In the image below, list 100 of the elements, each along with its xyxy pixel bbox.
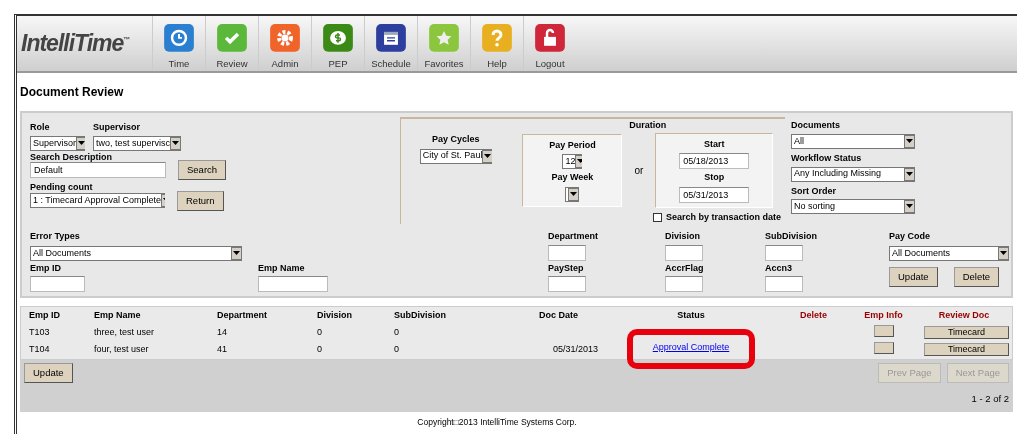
column-header: Review Doc (937, 309, 991, 323)
text-field[interactable] (765, 244, 803, 261)
nav-item[interactable]: PEP (311, 16, 364, 71)
field-label: SubDivision (765, 230, 818, 243)
field-label: Emp Name (258, 261, 306, 275)
documents-dropdown[interactable]: All (791, 133, 915, 149)
field-label: Sort Order (791, 184, 837, 198)
dollar-icon (322, 24, 354, 52)
nav-label: Admin (271, 56, 299, 71)
error-types-dropdown[interactable]: All Documents (30, 245, 242, 261)
field-label: Role (30, 121, 51, 134)
column-header: Doc Date (538, 309, 579, 323)
column-header: Emp Info (863, 309, 904, 323)
field-label: Duration (629, 119, 667, 132)
nav-label: Favorites (424, 56, 464, 71)
start-date-field[interactable]: 05/18/2013 (679, 153, 750, 169)
delete-button[interactable]: Delete (953, 267, 1000, 287)
column-header: Delete (799, 309, 828, 323)
caret-icon (1000, 250, 1007, 256)
caret-icon (570, 191, 578, 197)
emp-name-field[interactable] (258, 276, 328, 293)
field-label: Pay Week (551, 171, 594, 184)
logo: IntelliTime$^{™}$ (20, 29, 131, 58)
field-label: Start (704, 137, 725, 151)
text-field[interactable] (548, 244, 586, 261)
sort-order-dropdown[interactable]: No sorting (791, 199, 915, 215)
return-button[interactable]: Return (177, 190, 224, 211)
update-button[interactable]: Update (889, 267, 938, 287)
field-label: Accn3 (765, 261, 793, 275)
caret-icon (484, 153, 492, 159)
caret-icon (577, 159, 583, 164)
emp-info-button[interactable] (873, 342, 894, 355)
field-label: Pending count (30, 181, 94, 195)
field-label: Supervisor (93, 121, 142, 134)
nav-item[interactable]: Time (152, 16, 205, 71)
caret-icon (906, 138, 913, 144)
table-cell-text: three, test user (93, 325, 156, 339)
gear-icon (269, 24, 301, 52)
table-cell-text: 0 (393, 325, 400, 339)
emp-id-field[interactable] (30, 276, 85, 293)
update-button[interactable]: Update (24, 362, 73, 383)
padlock-icon (534, 24, 566, 52)
checkmark-icon (216, 24, 248, 52)
text-field[interactable] (665, 276, 703, 293)
status-link[interactable]: Approval Complete (652, 342, 730, 353)
stop-date-field[interactable]: 05/31/2013 (679, 186, 750, 203)
nav-item[interactable]: Logout (523, 16, 576, 71)
text-field[interactable] (665, 244, 703, 261)
page-title: Document Review (19, 84, 125, 101)
column-header: Emp Name (93, 309, 142, 323)
text-field[interactable] (765, 276, 803, 293)
nav-label: Help (487, 56, 507, 71)
table-cell-text: 05/31/2013 (551, 343, 599, 357)
role-dropdown[interactable]: Supervisor (30, 135, 85, 151)
search-description-field[interactable]: Default (30, 162, 166, 179)
field-label: Pay Cycles (432, 133, 480, 146)
workflow-status-dropdown[interactable]: Any Including Missing (791, 166, 915, 182)
caret-icon (233, 250, 240, 256)
help-icon (481, 24, 513, 52)
caret-icon (906, 204, 913, 210)
or-text: or (634, 163, 644, 178)
emp-info-button[interactable] (873, 324, 894, 337)
column-header: SubDivision (393, 309, 447, 323)
caret-icon (78, 140, 85, 146)
field-label: Error Types (30, 230, 81, 243)
copyright-text: Copyright□2013 IntelliTime Systems Corp. (417, 417, 577, 427)
nav-item[interactable]: Review (205, 16, 258, 71)
field-label: Stop (704, 171, 725, 184)
column-header: Division (316, 309, 353, 323)
table-cell-text: 14 (216, 325, 228, 339)
text-field[interactable] (548, 276, 586, 293)
nav-item[interactable]: Help (470, 16, 523, 71)
checkbox-label: Search by transaction date (665, 210, 781, 224)
calendar-icon (375, 24, 407, 52)
pay-period-dropdown[interactable]: 12 (562, 154, 583, 169)
field-label: Department (548, 230, 599, 243)
timecard-button[interactable]: Timecard (924, 325, 1009, 339)
field-label: Pay Period (549, 138, 596, 152)
pay-cycles-dropdown[interactable]: City of St. Paul (419, 148, 492, 164)
table-cell-text: T103 (28, 325, 51, 339)
column-header: Department (216, 309, 268, 323)
pending-count-dropdown[interactable]: 1 : Timecard Approval Complete (30, 193, 165, 209)
table-cell-text: T104 (28, 343, 51, 357)
table-cell-text: 0 (316, 343, 323, 357)
pay-week-dropdown[interactable] (565, 186, 580, 202)
field-label: Pay Code (889, 230, 931, 243)
nav-item[interactable]: Admin (258, 16, 311, 71)
nav-item[interactable]: Favorites (417, 16, 470, 71)
person-dropdown[interactable]: two, test supervisc (93, 135, 181, 151)
timecard-button[interactable]: Timecard (924, 343, 1009, 357)
caret-icon (906, 171, 913, 177)
field-label: Division (665, 230, 701, 243)
pay-code-dropdown[interactable]: All Documents (889, 245, 1009, 261)
page-count: 1 - 2 of 2 (971, 391, 1009, 406)
nav-item[interactable]: Schedule (364, 16, 417, 71)
column-header: Emp ID (28, 309, 61, 323)
checkbox[interactable] (652, 212, 662, 222)
field-label: AccrFlag (665, 261, 705, 275)
search-button[interactable]: Search (178, 160, 227, 181)
field-label: PayStep (548, 261, 585, 275)
